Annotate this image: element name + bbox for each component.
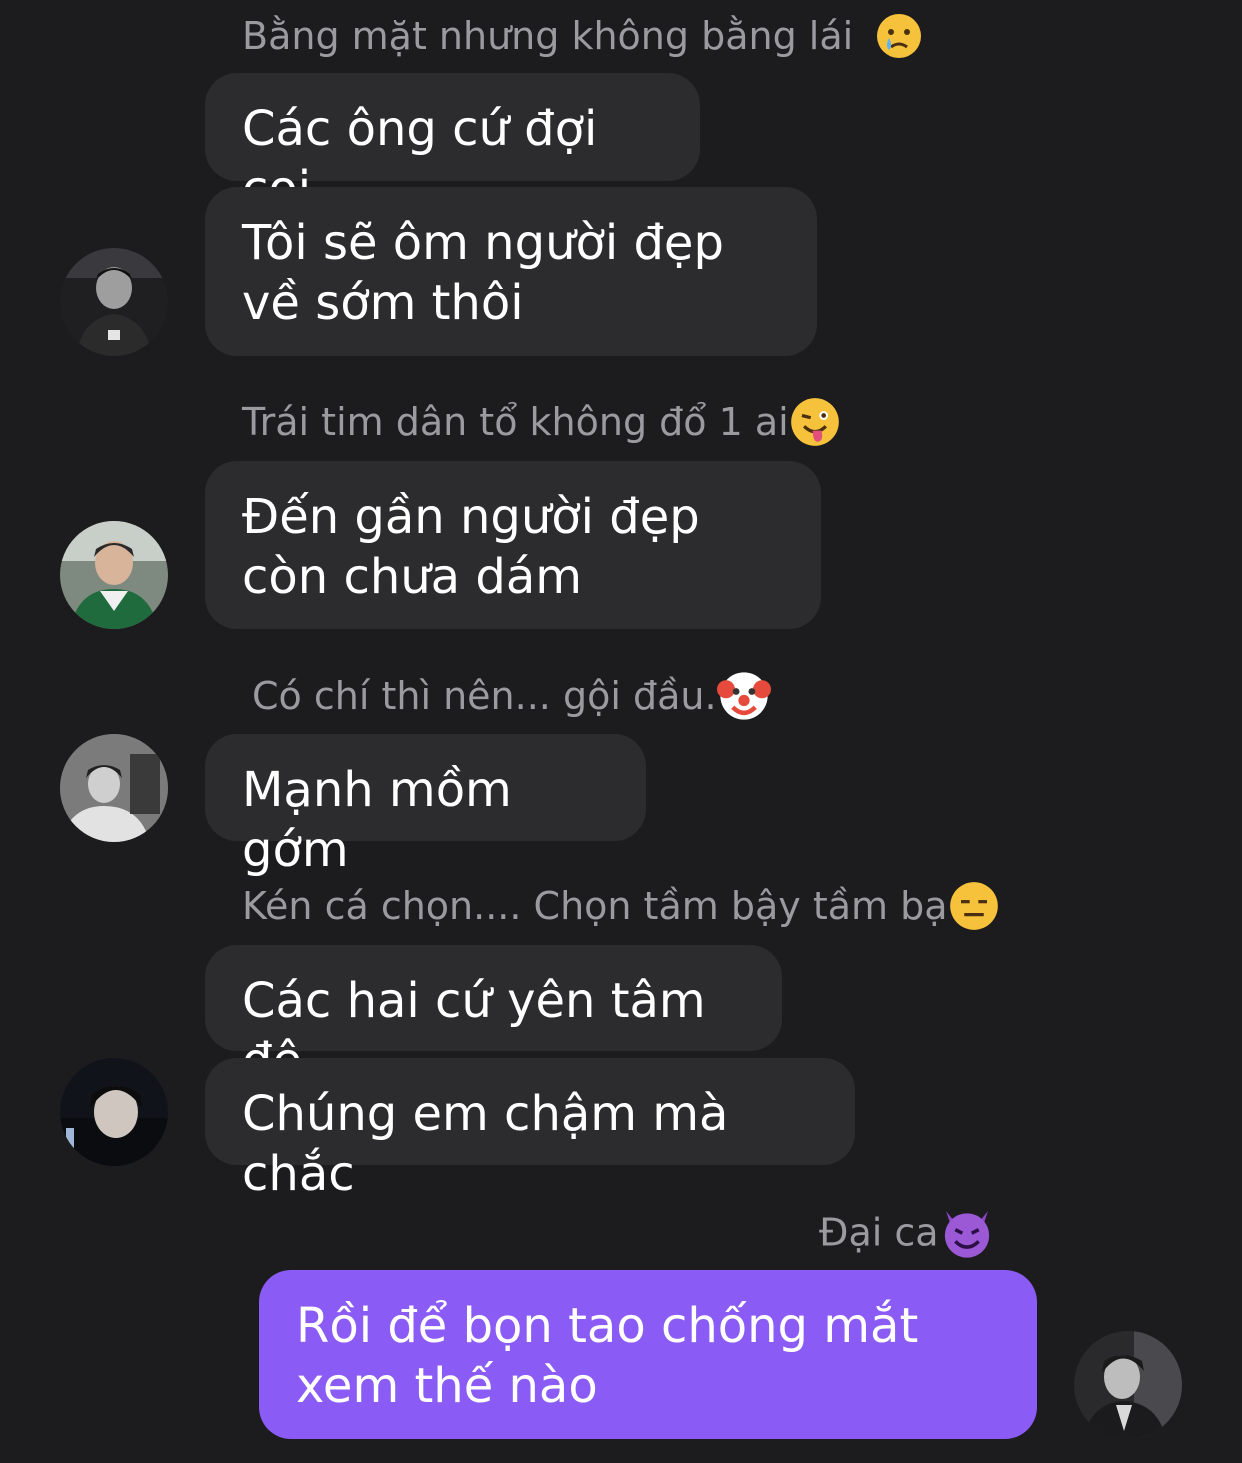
sender-name-4: Kén cá chọn.... Chọn tầm bậy tầm bạ [242, 881, 1000, 932]
avatar[interactable] [60, 1058, 168, 1166]
message-text: Tôi sẽ ôm người đẹp về sớm thôi [242, 215, 724, 331]
avatar[interactable] [60, 734, 168, 842]
message-text: Mạnh mồm gớm [242, 762, 512, 878]
avatar[interactable] [1074, 1331, 1182, 1439]
message-bubble[interactable]: Chúng em chậm mà chắc [205, 1058, 855, 1202]
message-bubble[interactable]: Mạnh mồm gớm [205, 734, 646, 878]
message-bubble[interactable]: Đến gần người đẹp còn chưa dám [205, 461, 821, 629]
message-text: Rồi để bọn tao chống mắt xem thế nào [296, 1298, 919, 1414]
sender-name-2: Trái tim dân tổ không đổ 1 ai [242, 397, 841, 448]
message-text: Chúng em chậm mà chắc [242, 1086, 729, 1202]
avatar[interactable] [60, 248, 168, 356]
sender-name-1: Bằng mặt nhưng không bằng lái [242, 13, 923, 60]
message-bubble[interactable]: Các ông cứ đợi coi [205, 73, 700, 217]
smiling-devil-icon [944, 1211, 989, 1258]
clown-face-icon [716, 671, 771, 720]
message-text: Đến gần người đẹp còn chưa dám [242, 489, 700, 605]
message-bubble-outgoing[interactable]: Rồi để bọn tao chống mắt xem thế nào [259, 1270, 1037, 1439]
sender-name-5: Đại ca [819, 1210, 995, 1260]
message-bubble[interactable]: Các hai cứ yên tâm đê [205, 945, 782, 1089]
crying-face-icon [877, 13, 922, 58]
expressionless-face-icon [949, 881, 998, 930]
avatar[interactable] [60, 521, 168, 629]
winking-tongue-face-icon [790, 397, 839, 446]
message-bubble[interactable]: Tôi sẽ ôm người đẹp về sớm thôi [205, 187, 817, 356]
sender-name-3: Có chí thì nên... gội đầu. [252, 671, 771, 723]
